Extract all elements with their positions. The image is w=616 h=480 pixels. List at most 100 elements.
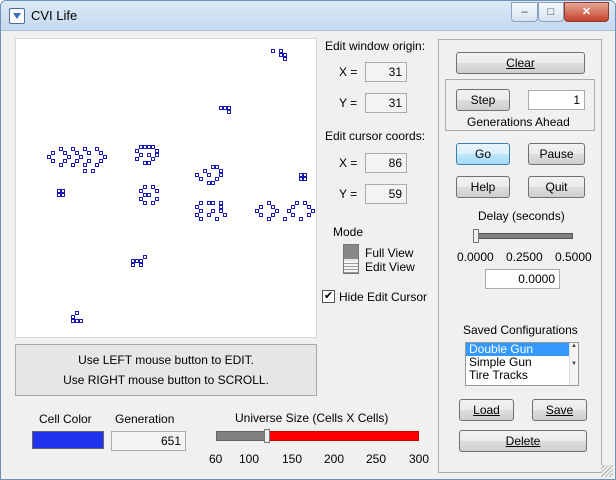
live-cell — [211, 201, 215, 205]
delay-tick-mid: 0.2500 — [506, 250, 543, 264]
delete-button[interactable]: Delete — [459, 430, 587, 452]
delay-label: Delay (seconds) — [478, 209, 565, 223]
cursor-x-field: 86 — [365, 153, 407, 173]
delay-value-field[interactable]: 0.0000 — [485, 269, 560, 289]
live-cell — [283, 57, 287, 61]
live-cell — [215, 217, 219, 221]
live-cell — [291, 213, 295, 217]
universe-tick-label: 150 — [282, 452, 303, 466]
edit-cursor-label: Edit cursor coords: — [325, 129, 426, 143]
live-cell — [199, 217, 203, 221]
origin-y-field: 31 — [365, 93, 407, 113]
config-item-tire-tracks[interactable]: Tire Tracks — [466, 369, 578, 382]
live-cell — [211, 181, 215, 185]
list-scrollbar[interactable]: ▲ ▼ — [569, 343, 578, 385]
live-cell — [87, 159, 91, 163]
live-cell — [87, 151, 91, 155]
mode-toggle-switch[interactable] — [343, 244, 359, 274]
universe-slider-track-low — [216, 431, 267, 441]
live-cell — [131, 263, 135, 267]
live-cell — [95, 163, 99, 167]
help-button[interactable]: Help — [456, 176, 510, 198]
live-cell — [147, 161, 151, 165]
live-cell — [207, 213, 211, 217]
live-cell — [83, 169, 87, 173]
delay-slider-track — [473, 233, 573, 239]
live-cell — [71, 163, 75, 167]
live-cell — [51, 159, 55, 163]
live-cell — [215, 177, 219, 181]
live-cell — [79, 319, 83, 323]
title-bar: CVI Life – □ ✕ — [1, 1, 615, 31]
delay-slider-thumb[interactable] — [473, 229, 479, 243]
live-cell — [79, 155, 83, 159]
live-cell — [199, 177, 203, 181]
go-button[interactable]: Go — [456, 143, 510, 165]
live-cell — [299, 217, 303, 221]
clear-button[interactable]: Clear — [456, 52, 585, 74]
live-cell — [143, 185, 147, 189]
generation-field: 651 — [111, 431, 186, 451]
origin-x-label: X = — [339, 65, 358, 79]
cursor-y-label: Y = — [339, 187, 358, 201]
live-cell — [307, 213, 311, 217]
live-cell — [91, 169, 95, 173]
step-button[interactable]: Step — [456, 89, 510, 111]
cell-color-label: Cell Color — [39, 412, 92, 426]
quit-button[interactable]: Quit — [528, 176, 585, 198]
live-cell — [75, 311, 79, 315]
edit-origin-label: Edit window origin: — [325, 39, 426, 53]
hide-cursor-checkbox[interactable]: ✔ — [322, 290, 335, 303]
pause-button[interactable]: Pause — [528, 143, 585, 165]
live-cell — [267, 217, 271, 221]
live-cell — [139, 263, 143, 267]
live-cell — [151, 157, 155, 161]
universe-size-label: Universe Size (Cells X Cells) — [235, 411, 389, 425]
load-button[interactable]: Load — [459, 399, 514, 421]
live-cell — [259, 205, 263, 209]
universe-slider-thumb[interactable] — [264, 429, 270, 443]
live-cell — [271, 213, 275, 217]
universe-tick-label: 250 — [366, 452, 387, 466]
live-cell — [67, 155, 71, 159]
live-cell — [259, 213, 263, 217]
live-cell — [151, 201, 155, 205]
delay-tick-min: 0.0000 — [457, 250, 494, 264]
universe-tick-label: 100 — [239, 452, 260, 466]
live-cell — [139, 153, 143, 157]
generations-ahead-input[interactable]: 1 — [528, 90, 585, 110]
live-cell — [199, 201, 203, 205]
origin-x-field: 31 — [365, 62, 407, 82]
window-title: CVI Life — [31, 8, 78, 23]
live-cell — [155, 153, 159, 157]
save-button[interactable]: Save — [532, 399, 587, 421]
mode-label: Mode — [333, 225, 364, 239]
delay-slider[interactable] — [473, 229, 573, 243]
live-cell — [143, 201, 147, 205]
main-content: Use LEFT mouse button to EDIT. Use RIGHT… — [1, 32, 615, 479]
universe-size-slider[interactable] — [216, 429, 419, 443]
live-cell — [61, 193, 65, 197]
live-cell — [211, 209, 215, 213]
live-cell — [59, 163, 63, 167]
life-grid-canvas[interactable] — [15, 38, 317, 338]
live-cell — [311, 209, 315, 213]
close-button[interactable]: ✕ — [564, 2, 609, 22]
resize-grip[interactable] — [601, 465, 613, 477]
live-cell — [271, 49, 275, 53]
live-cell — [143, 255, 147, 259]
live-cell — [103, 155, 107, 159]
minimize-button[interactable]: – — [511, 2, 538, 22]
cell-color-swatch[interactable] — [32, 431, 104, 449]
generation-label: Generation — [115, 412, 175, 426]
universe-slider-track-high — [267, 431, 419, 441]
mode-edit-view-label: Edit View — [365, 260, 415, 274]
live-cell — [291, 205, 295, 209]
instructions-line-1: Use LEFT mouse button to EDIT. — [78, 353, 254, 367]
live-cell — [99, 159, 103, 163]
live-cell — [207, 173, 211, 177]
live-cell — [303, 177, 307, 181]
maximize-button[interactable]: □ — [538, 2, 564, 22]
saved-configurations-list[interactable]: Double Gun Simple Gun Tire Tracks ▲ ▼ — [465, 342, 579, 386]
live-cell — [155, 197, 159, 201]
